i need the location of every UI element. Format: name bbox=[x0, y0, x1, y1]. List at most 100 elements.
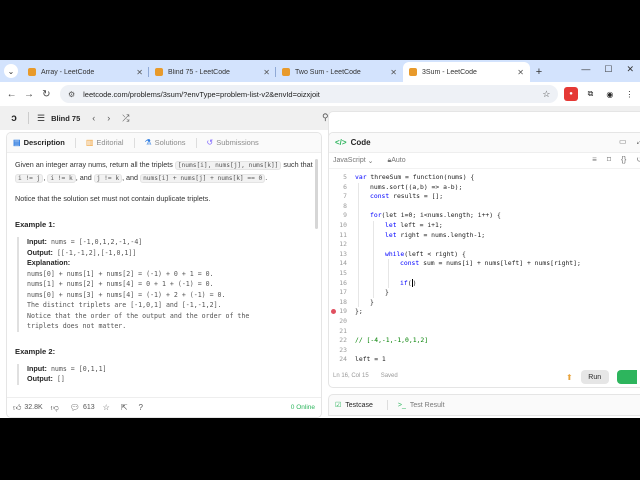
extension-record-icon[interactable]: ● bbox=[564, 87, 578, 101]
problem-list-icon[interactable]: ☰ bbox=[37, 113, 45, 124]
code-line[interactable]: 21 bbox=[329, 327, 640, 337]
example-1-title: Example 1: bbox=[15, 220, 56, 229]
code-line[interactable]: 11 let right = nums.length-1; bbox=[329, 231, 640, 241]
code-text: // [-4,-1,-1,0,1,2] bbox=[355, 336, 429, 345]
comments-button[interactable]: 💬︎ 613 bbox=[70, 403, 95, 412]
code-line[interactable]: 18} bbox=[329, 298, 640, 308]
tab-search-button[interactable]: ⌄ bbox=[0, 60, 22, 82]
code-line[interactable]: 17} bbox=[329, 288, 640, 298]
line-number: 5 bbox=[343, 173, 347, 181]
code-line[interactable]: 16 if() bbox=[329, 278, 640, 289]
help-button[interactable]: ? bbox=[139, 403, 146, 412]
tab-editorial[interactable]: ▥ Editorial bbox=[86, 137, 135, 148]
code-line[interactable]: 24 left = 1 bbox=[329, 355, 640, 365]
tab-submissions[interactable]: ↺ Submissions bbox=[207, 138, 259, 147]
browser-tab[interactable]: Array - LeetCode ✕ bbox=[22, 62, 149, 82]
tab-solutions[interactable]: ⚗ Solutions bbox=[144, 137, 197, 148]
back-arrow-icon[interactable]: ← bbox=[4, 86, 19, 102]
maximize-icon[interactable]: ☐ bbox=[604, 64, 612, 75]
code-text: left = 1 bbox=[355, 355, 386, 364]
close-icon[interactable]: ✕ bbox=[517, 68, 524, 77]
line-number: 8 bbox=[343, 201, 347, 210]
braces-icon[interactable]: {} bbox=[621, 155, 626, 164]
code-line[interactable]: 22 // [-4,-1,-1,0,1,2] bbox=[329, 336, 640, 346]
code-line[interactable]: 6 nums.sort((a,b) => a-b); bbox=[329, 183, 640, 193]
fullscreen-icon[interactable]: ⤢ bbox=[637, 137, 640, 147]
description-tabs: ▤ Description ▥ Editorial ⚗ Solutions ↺ … bbox=[7, 133, 321, 153]
code-line[interactable]: 13 while(left < right) { bbox=[329, 250, 640, 260]
url-text: leetcode.com/problems/3sum/?envType=prob… bbox=[83, 89, 320, 99]
layout-toggle-icon[interactable]: ▭ bbox=[619, 137, 627, 147]
online-count: 0 Online bbox=[290, 404, 315, 411]
minimize-icon[interactable]: — bbox=[581, 64, 590, 75]
line-number: 20 bbox=[339, 317, 347, 325]
auto-mode[interactable]: Auto bbox=[391, 157, 405, 164]
next-problem-icon[interactable]: › bbox=[107, 113, 110, 123]
code-line[interactable]: 9 for(let i=0; i<nums.length; i++) { bbox=[329, 211, 640, 221]
close-icon[interactable]: ✕ bbox=[136, 68, 143, 77]
extensions-icon[interactable]: ⧉ bbox=[584, 87, 597, 101]
console-tabs: ☑ Testcase >_ Test Result bbox=[328, 394, 640, 416]
chevron-down-icon[interactable]: ⌄ bbox=[366, 157, 374, 165]
line-number: 13 bbox=[339, 249, 347, 258]
example-2-box: Input: nums = [0,1,1] Output: [] bbox=[17, 363, 313, 385]
tab-testcase[interactable]: ☑ Testcase bbox=[335, 401, 373, 410]
browser-toolbar: ← → ↻ ⚙ leetcode.com/problems/3sum/?envT… bbox=[0, 82, 640, 106]
code-line[interactable]: 20 bbox=[329, 317, 640, 327]
code-text: let right = nums.length-1; bbox=[385, 230, 486, 239]
line-number: 17 bbox=[339, 288, 347, 297]
code-text: }; bbox=[355, 307, 363, 316]
code-line[interactable]: 19}; bbox=[329, 307, 640, 317]
description-scrollbar[interactable] bbox=[315, 159, 318, 229]
browser-tab[interactable]: Blind 75 - LeetCode ✕ bbox=[149, 62, 276, 82]
code-line[interactable]: 8 bbox=[329, 202, 640, 212]
tab-test-result[interactable]: >_ Test Result bbox=[398, 402, 445, 409]
reload-icon[interactable]: ↻ bbox=[39, 86, 54, 102]
code-text: while(left < right) { bbox=[385, 249, 466, 258]
code-line[interactable]: 12 bbox=[329, 240, 640, 250]
line-number: 14 bbox=[339, 259, 347, 268]
explanation-line: Notice that the order of the output and … bbox=[27, 311, 250, 320]
reset-icon[interactable]: ↺ bbox=[636, 155, 640, 164]
code-line[interactable]: 15 bbox=[329, 269, 640, 279]
submit-button[interactable] bbox=[616, 370, 637, 384]
bookmark-icon[interactable]: ⌑ bbox=[607, 155, 611, 164]
profile-icon[interactable]: ◉ bbox=[603, 87, 616, 101]
code-line[interactable]: 14 const sum = nums[i] + nums[left] + num… bbox=[329, 259, 640, 269]
leetcode-logo-icon[interactable]: ↄ bbox=[8, 112, 20, 124]
browser-tab[interactable]: Two Sum - LeetCode ✕ bbox=[276, 62, 403, 82]
code-text: for(let i=0; i<nums.length; i++) { bbox=[370, 211, 501, 220]
upload-icon[interactable]: ⬆ bbox=[566, 373, 573, 382]
code-editor[interactable]: 5 var threeSum = function(nums) {6 nums.so… bbox=[329, 169, 640, 367]
like-button[interactable]: 👍︎ 32.8K bbox=[13, 403, 43, 413]
new-tab-button[interactable]: + bbox=[530, 62, 548, 82]
code-line[interactable]: 5 var threeSum = function(nums) { bbox=[329, 173, 640, 183]
bookmark-star-icon[interactable]: ☆ bbox=[542, 89, 550, 100]
close-window-icon[interactable]: ✕ bbox=[626, 64, 634, 75]
address-bar[interactable]: ⚙ leetcode.com/problems/3sum/?envType=pr… bbox=[59, 85, 559, 103]
forward-arrow-icon[interactable]: → bbox=[21, 86, 36, 102]
format-icon[interactable]: ≡ bbox=[592, 155, 597, 164]
indent-guide bbox=[373, 221, 374, 298]
language-select[interactable]: JavaScript bbox=[333, 157, 366, 164]
browser-menu-icon[interactable]: ⋮ bbox=[623, 87, 636, 101]
flask-icon: ⚗ bbox=[144, 138, 152, 147]
close-icon[interactable]: ✕ bbox=[390, 68, 397, 77]
problem-list-name[interactable]: Blind 75 bbox=[51, 114, 80, 123]
site-settings-icon[interactable]: ⚙ bbox=[68, 90, 75, 99]
tab-description[interactable]: ▤ Description bbox=[13, 137, 76, 148]
cursor-position: Ln 16, Col 15 bbox=[333, 373, 369, 379]
explanation-line: nums[0] + nums[1] + nums[2] = (-1) + 0 +… bbox=[27, 269, 214, 278]
shuffle-icon[interactable]: ⤮ bbox=[122, 113, 129, 124]
tab-title: Array - LeetCode bbox=[41, 68, 95, 76]
favorite-button[interactable]: ☆ bbox=[103, 403, 113, 412]
code-line[interactable]: 23 bbox=[329, 346, 640, 356]
browser-tab-active[interactable]: 3Sum - LeetCode ✕ bbox=[403, 62, 530, 82]
close-icon[interactable]: ✕ bbox=[263, 68, 270, 77]
code-line[interactable]: 7 const results = []; bbox=[329, 192, 640, 202]
prev-problem-icon[interactable]: ‹ bbox=[92, 113, 95, 123]
dislike-button[interactable]: 👎︎ bbox=[51, 403, 62, 413]
run-button[interactable]: Run bbox=[580, 370, 609, 384]
code-line[interactable]: 10 let left = i+1; bbox=[329, 221, 640, 231]
share-button[interactable]: ⇱ bbox=[121, 403, 131, 412]
